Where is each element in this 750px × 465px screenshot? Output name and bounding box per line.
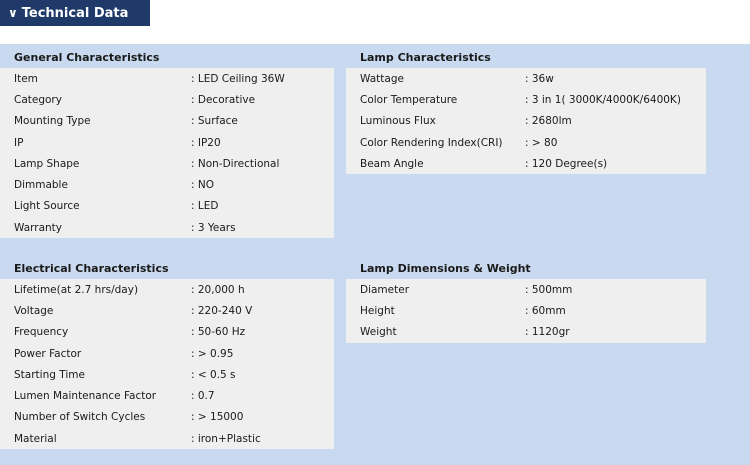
spec-value: : iron+Plastic	[191, 432, 261, 445]
spec-value: : 20,000 h	[191, 283, 245, 296]
table-row: Wattage : 36w	[346, 68, 706, 89]
table-row: Item : LED Ceiling 36W	[0, 68, 334, 89]
table-row: Voltage : 220-240 V	[0, 300, 334, 321]
spec-key: Voltage	[14, 304, 54, 317]
spec-value: : > 80	[525, 136, 558, 149]
spec-value: : LED Ceiling 36W	[191, 72, 285, 85]
spec-value: : 500mm	[525, 283, 573, 296]
spec-value: : Decorative	[191, 93, 256, 106]
table-row: Light Source : LED	[0, 196, 334, 217]
table-row: Power Factor : > 0.95	[0, 343, 334, 364]
section-title: Lamp Characteristics	[360, 51, 491, 64]
spec-key: Frequency	[14, 326, 69, 339]
spec-key: Number of Switch Cycles	[14, 411, 146, 424]
table-row: Beam Angle : 120 Degree(s)	[346, 153, 706, 174]
spec-value: : 220-240 V	[191, 304, 253, 317]
chevron-down-icon: ∨	[8, 6, 18, 20]
spec-key: Starting Time	[14, 368, 85, 381]
spec-key: Category	[14, 93, 62, 106]
table-row: Weight : 1120gr	[346, 322, 706, 343]
header-bar: ∨ Technical Data	[0, 0, 750, 44]
spec-value: : > 15000	[191, 411, 244, 424]
spec-value: : LED	[191, 200, 219, 213]
table-row: Height : 60mm	[346, 300, 706, 321]
technical-data-tab[interactable]: ∨ Technical Data	[0, 0, 150, 26]
table-row: Mounting Type : Surface	[0, 111, 334, 132]
spec-key: Dimmable	[14, 179, 68, 192]
table-row: Warranty : 3 Years	[0, 217, 334, 238]
table-row: Number of Switch Cycles : > 15000	[0, 407, 334, 428]
spec-key: Item	[14, 72, 38, 85]
table-row: IP : IP20	[0, 132, 334, 153]
lamp-dimensions-section: Lamp Dimensions & Weight Diameter : 500mm…	[346, 259, 706, 343]
spec-key: Diameter	[360, 283, 410, 296]
spec-key: Material	[14, 432, 57, 445]
spec-value: : 2680lm	[525, 115, 572, 128]
spec-key: Lumen Maintenance Factor	[14, 390, 157, 403]
table-row: Color Rendering Index(CRI) : > 80	[346, 132, 706, 153]
table-row: Dimmable : NO	[0, 174, 334, 195]
spec-key: Power Factor	[14, 347, 82, 360]
spec-key: Weight	[360, 326, 397, 339]
table-row: Diameter : 500mm	[346, 279, 706, 300]
spec-key: Beam Angle	[360, 157, 424, 170]
spec-key: Mounting Type	[14, 115, 91, 128]
section-title: Electrical Characteristics	[14, 262, 169, 275]
spec-key: Lifetime(at 2.7 hrs/day)	[14, 283, 139, 296]
table-row: Lumen Maintenance Factor : 0.7	[0, 385, 334, 406]
spec-key: Height	[360, 304, 395, 317]
section-title: General Characteristics	[14, 51, 160, 64]
table-row: Lifetime(at 2.7 hrs/day) : 20,000 h	[0, 279, 334, 300]
spec-key: Lamp Shape	[14, 157, 80, 170]
spec-value: : 120 Degree(s)	[525, 157, 608, 170]
spec-key: Wattage	[360, 72, 404, 85]
table-row: Luminous Flux : 2680lm	[346, 111, 706, 132]
spec-value: : 0.7	[191, 390, 215, 403]
spec-key: Light Source	[14, 200, 80, 213]
spec-table: Item : LED Ceiling 36W Category : Decorati…	[0, 68, 334, 239]
spec-key: Color Temperature	[360, 93, 458, 106]
spec-value: : 1120gr	[525, 326, 570, 339]
general-characteristics-section: General Characteristics Item : LED Ceilin…	[0, 48, 334, 239]
table-row: Frequency : 50-60 Hz	[0, 322, 334, 343]
section-title: Lamp Dimensions & Weight	[360, 262, 531, 275]
electrical-characteristics-section: Electrical Characteristics Lifetime(at 2…	[0, 259, 334, 450]
table-row: Material : iron+Plastic	[0, 428, 334, 449]
spec-table: Wattage : 36w Color Temperature : 3 in 1( …	[346, 68, 706, 175]
spec-content: General Characteristics Item : LED Ceilin…	[0, 44, 750, 465]
spec-table: Diameter : 500mm Height : 60mm Weight : 112…	[346, 279, 706, 343]
table-row: Lamp Shape : Non-Directional	[0, 153, 334, 174]
table-row: Starting Time : < 0.5 s	[0, 364, 334, 385]
spec-key: IP	[14, 136, 24, 149]
spec-value: : 3 in 1( 3000K/4000K/6400K)	[525, 93, 681, 106]
spec-value: : > 0.95	[191, 347, 234, 360]
spec-table: Lifetime(at 2.7 hrs/day) : 20,000 h Volta…	[0, 279, 334, 450]
lamp-characteristics-section: Lamp Characteristics Wattage : 36w Color …	[346, 48, 706, 175]
spec-value: : 50-60 Hz	[191, 326, 246, 339]
spec-value: : Surface	[191, 115, 238, 128]
spec-value: : NO	[191, 179, 214, 192]
table-row: Category : Decorative	[0, 89, 334, 110]
spec-key: Luminous Flux	[360, 115, 436, 128]
spec-value: : 3 Years	[191, 221, 236, 234]
spec-key: Color Rendering Index(CRI)	[360, 136, 503, 149]
spec-value: : IP20	[191, 136, 221, 149]
spec-value: : 60mm	[525, 304, 566, 317]
spec-value: : 36w	[525, 72, 554, 85]
spec-key: Warranty	[14, 221, 63, 234]
table-row: Color Temperature : 3 in 1( 3000K/4000K/6…	[346, 89, 706, 110]
spec-value: : Non-Directional	[191, 157, 280, 170]
tab-label: Technical Data	[21, 5, 129, 21]
spec-value: : < 0.5 s	[191, 368, 236, 381]
